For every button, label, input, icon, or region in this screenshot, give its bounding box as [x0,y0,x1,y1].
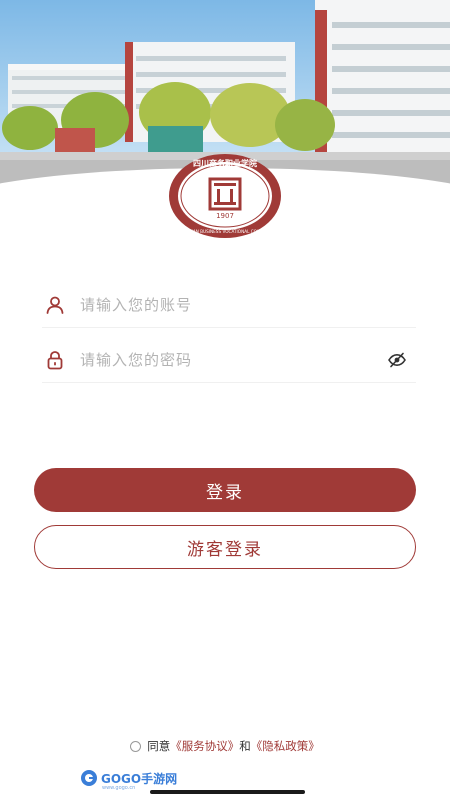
watermark: GOGO手游网 www.gogo.cn [80,769,178,791]
guest-login-button-label: 游客登录 [187,539,263,560]
account-field[interactable] [42,283,416,328]
agreement-row: 同意 《服务协议》 和 《隐私政策》 [0,738,450,754]
guest-login-button[interactable]: 游客登录 [34,525,416,569]
agreement-and: 和 [239,739,251,753]
eye-off-icon[interactable] [386,349,408,371]
watermark-url: www.gogo.cn [102,785,136,791]
lock-icon [44,349,66,371]
login-button[interactable]: 登录 [34,468,416,512]
login-button-label: 登录 [206,482,244,503]
watermark-brand: GOGO手游网 [101,771,178,786]
home-indicator [150,790,305,794]
watermark-logo-icon [81,770,97,786]
agreement-prefix: 同意 [147,739,171,753]
school-emblem: 四川商务职业学院 SICHUAN BUSINESS VOCATIONAL COL… [167,153,283,238]
emblem-bottom-text: SICHUAN BUSINESS VOCATIONAL COLLEGE [180,229,271,234]
account-input[interactable] [78,295,416,315]
password-input[interactable] [78,350,386,370]
password-field[interactable] [42,338,416,383]
emblem-year: 1907 [216,212,234,220]
emblem-top-text: 四川商务职业学院 [193,158,257,168]
privacy-policy-link[interactable]: 《隐私政策》 [251,738,320,754]
agreement-radio[interactable] [130,740,142,752]
user-icon [44,294,66,316]
service-agreement-link[interactable]: 《服务协议》 [170,738,239,754]
